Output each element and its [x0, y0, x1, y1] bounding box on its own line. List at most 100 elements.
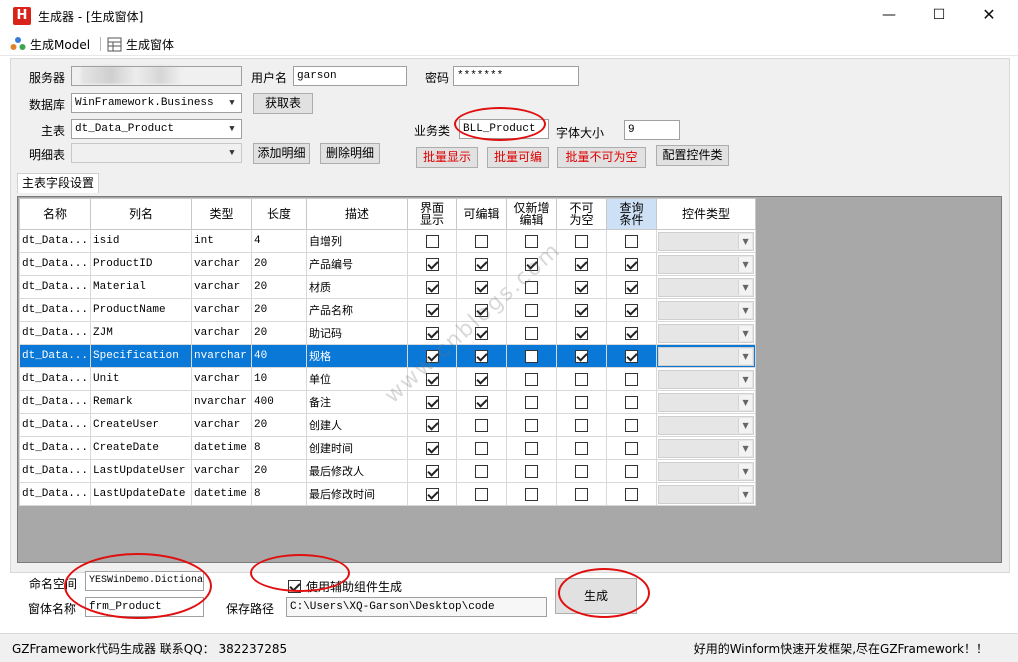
checkbox[interactable] [475, 464, 489, 478]
cell-column[interactable]: Material [90, 275, 193, 299]
cell-desc[interactable]: 单位 [306, 367, 409, 391]
checkbox[interactable] [525, 280, 539, 294]
cell-column[interactable]: Unit [90, 367, 193, 391]
cell-length[interactable]: 8 [251, 482, 308, 506]
checkbox[interactable] [625, 418, 639, 432]
table-row[interactable]: dt_Data... ProductName varchar 20 产品名称 ▼ [18, 298, 757, 322]
add-detail-button[interactable]: 添加明细 [253, 143, 310, 164]
cell-type[interactable]: varchar [191, 367, 253, 391]
checkbox[interactable] [575, 418, 589, 432]
checkbox[interactable] [625, 234, 639, 248]
table-row[interactable]: dt_Data... isid int 4 自增列 ▼ [18, 229, 757, 253]
cell-type[interactable]: varchar [191, 459, 253, 483]
checkbox[interactable] [475, 257, 489, 271]
cell-desc[interactable]: 最后修改人 [306, 459, 409, 483]
table-row[interactable]: dt_Data... Material varchar 20 材质 ▼ [18, 275, 757, 299]
control-type-select[interactable]: ▼ [658, 346, 755, 366]
checkbox[interactable] [425, 280, 439, 294]
cell-desc[interactable]: 创建人 [306, 413, 409, 437]
checkbox[interactable] [525, 349, 539, 363]
cell-type[interactable]: datetime [191, 482, 253, 506]
checkbox[interactable] [425, 257, 439, 271]
column-header[interactable]: 长度 [251, 198, 308, 230]
column-header[interactable]: 名称 [18, 198, 92, 230]
generate-model-menu[interactable]: 生成Model [10, 35, 90, 53]
cell-column[interactable]: LastUpdateUser [90, 459, 193, 483]
checkbox[interactable] [575, 441, 589, 455]
cell-desc[interactable]: 材质 [306, 275, 409, 299]
server-input[interactable] [71, 66, 242, 86]
checkbox[interactable] [425, 234, 439, 248]
table-row[interactable]: dt_Data... ProductID varchar 20 产品编号 ▼ [18, 252, 757, 276]
cell-column[interactable]: CreateUser [90, 413, 193, 437]
table-row[interactable]: dt_Data... ZJM varchar 20 助记码 ▼ [18, 321, 757, 345]
cell-type[interactable]: nvarchar [191, 344, 253, 368]
cell-name[interactable]: dt_Data... [18, 344, 92, 368]
checkbox[interactable] [475, 326, 489, 340]
cell-column[interactable]: Specification [90, 344, 193, 368]
checkbox[interactable] [425, 395, 439, 409]
cell-type[interactable]: int [191, 229, 253, 253]
cell-name[interactable]: dt_Data... [18, 459, 92, 483]
cell-column[interactable]: isid [90, 229, 193, 253]
cell-column[interactable]: ZJM [90, 321, 193, 345]
cell-length[interactable]: 8 [251, 436, 308, 460]
cell-length[interactable]: 20 [251, 459, 308, 483]
get-table-button[interactable]: 获取表 [253, 93, 313, 114]
checkbox[interactable] [625, 326, 639, 340]
cell-desc[interactable]: 最后修改时间 [306, 482, 409, 506]
cell-name[interactable]: dt_Data... [18, 252, 92, 276]
checkbox[interactable] [575, 280, 589, 294]
delete-detail-button[interactable]: 删除明细 [320, 143, 380, 164]
cell-column[interactable]: Remark [90, 390, 193, 414]
control-type-select[interactable]: ▼ [658, 323, 755, 343]
checkbox[interactable] [525, 487, 539, 501]
checkbox[interactable] [425, 372, 439, 386]
checkbox[interactable] [525, 418, 539, 432]
cell-name[interactable]: dt_Data... [18, 482, 92, 506]
checkbox[interactable] [575, 303, 589, 317]
checkbox[interactable] [625, 372, 639, 386]
checkbox[interactable] [575, 487, 589, 501]
cell-type[interactable]: varchar [191, 298, 253, 322]
cell-type[interactable]: varchar [191, 275, 253, 299]
checkbox[interactable] [425, 441, 439, 455]
table-row[interactable]: dt_Data... CreateDate datetime 8 创建时间 ▼ [18, 436, 757, 460]
column-header[interactable]: 可编辑 [456, 198, 508, 230]
checkbox[interactable] [425, 464, 439, 478]
checkbox[interactable] [625, 441, 639, 455]
table-row[interactable]: dt_Data... LastUpdateDate datetime 8 最后修改时间 ▼ [18, 482, 757, 506]
font-size-input[interactable]: 9 [624, 120, 680, 140]
checkbox[interactable] [475, 487, 489, 501]
column-header[interactable]: 列名 [90, 198, 193, 230]
column-header[interactable]: 类型 [191, 198, 253, 230]
main-table-select[interactable]: dt_Data_Product ▼ [71, 119, 242, 139]
checkbox[interactable] [475, 395, 489, 409]
cell-desc[interactable]: 规格 [306, 344, 409, 368]
cell-length[interactable]: 20 [251, 321, 308, 345]
checkbox[interactable] [625, 280, 639, 294]
checkbox[interactable] [525, 395, 539, 409]
checkbox[interactable] [525, 234, 539, 248]
table-row[interactable]: dt_Data... Specification nvarchar 40 规格 ▼ [18, 344, 757, 368]
control-type-select[interactable]: ▼ [658, 415, 755, 435]
checkbox[interactable] [425, 326, 439, 340]
checkbox[interactable] [425, 349, 439, 363]
cell-desc[interactable]: 助记码 [306, 321, 409, 345]
user-input[interactable]: garson [293, 66, 407, 86]
cell-column[interactable]: CreateDate [90, 436, 193, 460]
checkbox[interactable] [575, 257, 589, 271]
column-header[interactable]: 描述 [306, 198, 409, 230]
table-row[interactable]: dt_Data... Unit varchar 10 单位 ▼ [18, 367, 757, 391]
checkbox[interactable] [525, 441, 539, 455]
cell-name[interactable]: dt_Data... [18, 321, 92, 345]
cell-desc[interactable]: 创建时间 [306, 436, 409, 460]
checkbox[interactable] [475, 418, 489, 432]
cell-length[interactable]: 20 [251, 298, 308, 322]
detail-table-select[interactable]: ▼ [71, 143, 242, 163]
cell-name[interactable]: dt_Data... [18, 275, 92, 299]
checkbox[interactable] [625, 257, 639, 271]
checkbox[interactable] [525, 326, 539, 340]
checkbox[interactable] [625, 349, 639, 363]
cell-desc[interactable]: 自增列 [306, 229, 409, 253]
